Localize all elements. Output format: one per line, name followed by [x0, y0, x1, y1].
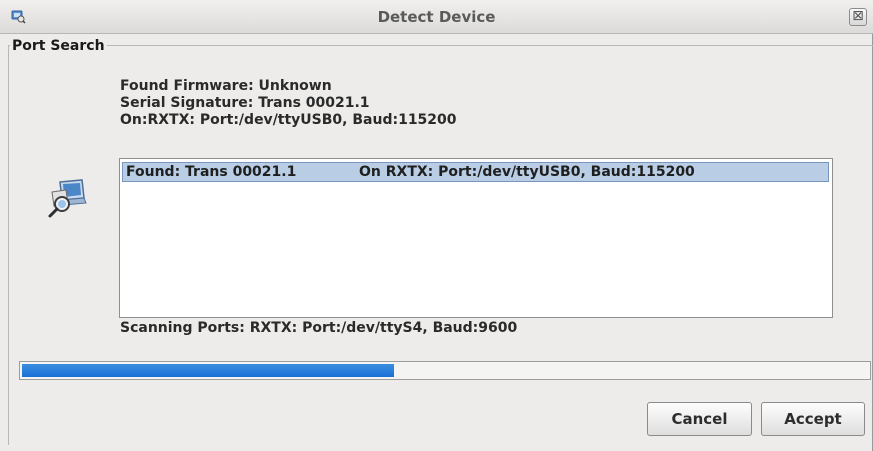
- result-found-text: Found: Trans 00021.1: [126, 164, 297, 180]
- cancel-button[interactable]: Cancel: [647, 402, 752, 436]
- accept-button[interactable]: Accept: [761, 402, 865, 436]
- found-firmware-label: Found Firmware: Unknown: [120, 78, 332, 94]
- detect-device-dialog: Detect Device ⊠ Port Search Found Firmwa…: [0, 0, 873, 451]
- window-title: Detect Device: [377, 8, 496, 26]
- list-item[interactable]: Found: Trans 00021.1 On RXTX: Port:/dev/…: [122, 162, 829, 182]
- progress-fill: [22, 364, 394, 377]
- on-port-label: On:RXTX: Port:/dev/ttyUSB0, Baud:115200: [120, 112, 457, 128]
- serial-signature-label: Serial Signature: Trans 00021.1: [120, 95, 370, 111]
- result-port-text: On RXTX: Port:/dev/ttyUSB0, Baud:115200: [359, 164, 695, 180]
- results-list[interactable]: Found: Trans 00021.1 On RXTX: Port:/dev/…: [119, 158, 833, 318]
- progress-bar: [19, 361, 871, 380]
- close-button[interactable]: ⊠: [849, 8, 867, 26]
- close-icon: ⊠: [852, 8, 864, 24]
- device-search-icon: [48, 179, 87, 218]
- scanning-status: Scanning Ports: RXTX: Port:/dev/ttyS4, B…: [120, 320, 518, 336]
- port-search-legend: Port Search: [10, 37, 107, 55]
- title-bar[interactable]: Detect Device ⊠: [0, 0, 873, 34]
